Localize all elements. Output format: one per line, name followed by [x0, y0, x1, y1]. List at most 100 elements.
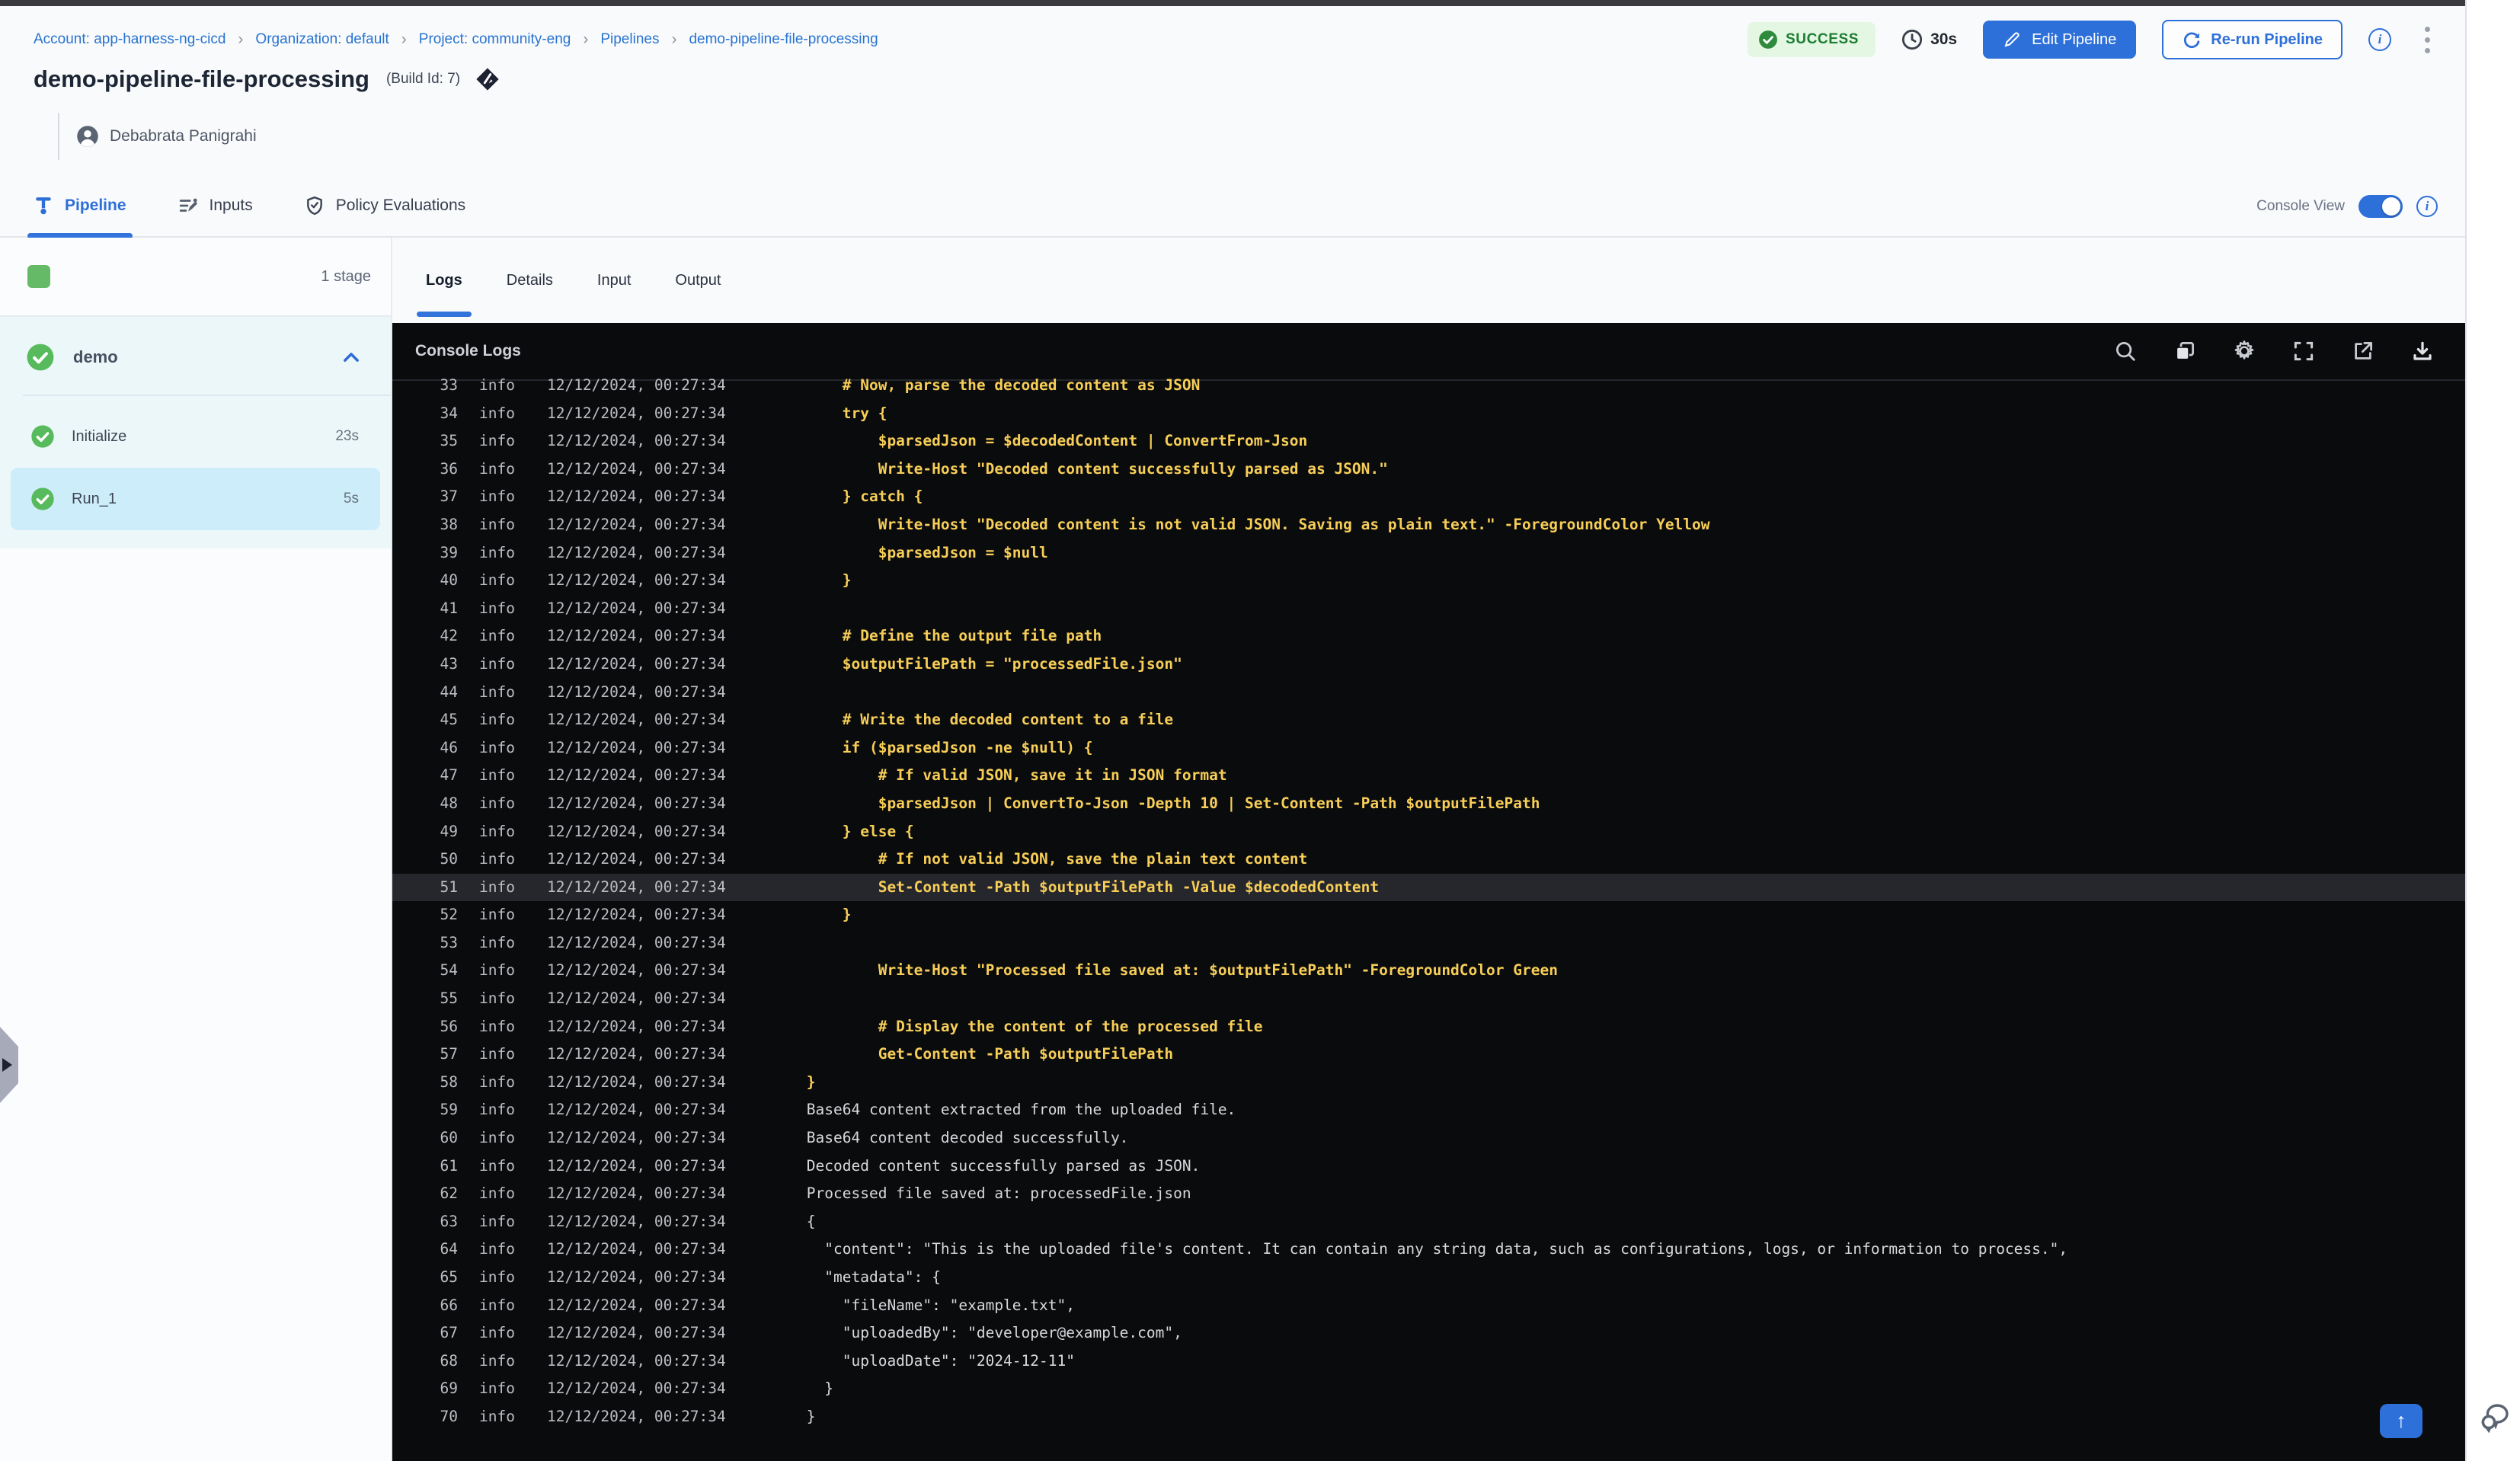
tab-policy-evaluations-label: Policy Evaluations [335, 197, 466, 214]
log-line-41: 41 info 12/12/2024, 00:27:34 [440, 599, 726, 617]
harness-logo-icon [476, 68, 499, 91]
log-line-68: 68 info 12/12/2024, 00:27:34 "uploadDate":… [440, 1351, 1075, 1370]
open-in-new-icon[interactable] [2351, 339, 2375, 363]
breadcrumb-link[interactable]: Account: app-harness-ng-cicd [34, 31, 225, 48]
log-line-33: 33 info 12/12/2024, 00:27:34 # Now, parse … [440, 376, 1201, 394]
stage-name: demo [73, 347, 118, 366]
rerun-info-icon[interactable]: i [2368, 28, 2391, 51]
top-bar: Account: app-harness-ng-cicd › Organizatio… [34, 18, 2438, 61]
breadcrumb-link[interactable]: Project: community-eng [419, 31, 571, 48]
breadcrumb-separator-icon: › [583, 30, 589, 48]
duration-text: 30s [1930, 30, 1958, 48]
download-icon[interactable] [2410, 339, 2435, 363]
scroll-to-top-button[interactable]: ↑ [2380, 1404, 2422, 1438]
log-line-37: 37 info 12/12/2024, 00:27:34 } catch { [440, 488, 923, 506]
author-name: Debabrata Panigrahi [110, 127, 257, 145]
pipeline-icon [36, 197, 51, 215]
expand-panel-handle[interactable] [0, 1027, 18, 1103]
log-line-45: 45 info 12/12/2024, 00:27:34 # Write the d… [440, 711, 1174, 729]
console-view-control: Console View i [2256, 175, 2438, 238]
more-options-menu[interactable] [2417, 22, 2438, 58]
help-chat-icon[interactable] [2477, 1399, 2514, 1435]
step-name: Initialize [72, 427, 127, 445]
pencil-icon [2004, 32, 2020, 47]
log-line-47: 47 info 12/12/2024, 00:27:34 # If valid JS… [440, 766, 1227, 785]
console-tab-input[interactable]: Input [597, 238, 631, 323]
log-line-58: 58 info 12/12/2024, 00:27:34} [440, 1073, 816, 1091]
log-line-54: 54 info 12/12/2024, 00:27:34 Write-Host "P… [440, 961, 1558, 980]
console-view-info-icon[interactable]: i [2416, 196, 2438, 217]
log-line-50: 50 info 12/12/2024, 00:27:34 # If not vali… [440, 850, 1308, 868]
shield-check-icon [306, 196, 322, 216]
breadcrumb-link[interactable]: demo-pipeline-file-processing [689, 31, 878, 48]
log-line-39: 39 info 12/12/2024, 00:27:34 $parsedJson =… [440, 543, 1048, 561]
breadcrumb-separator-icon: › [238, 30, 244, 48]
breadcrumb: Account: app-harness-ng-cicd › Organizatio… [34, 30, 878, 49]
tab-inputs[interactable]: Inputs [178, 174, 253, 237]
search-icon[interactable] [2113, 339, 2138, 363]
log-line-70: 70 info 12/12/2024, 00:27:34} [440, 1407, 816, 1425]
run-controls: SUCCESS 30s Edit Pipeline Re-run Pipelin… [1748, 20, 2438, 59]
log-line-42: 42 info 12/12/2024, 00:27:34 # Define the … [440, 627, 1102, 645]
log-line-61: 61 info 12/12/2024, 00:27:34 Decoded conten… [440, 1156, 1201, 1175]
copy-icon[interactable] [2173, 339, 2197, 363]
breadcrumb-link[interactable]: Pipelines [600, 31, 659, 48]
tab-pipeline[interactable]: Pipeline [27, 174, 133, 238]
edit-pipeline-button[interactable]: Edit Pipeline [1983, 21, 2137, 59]
log-line-43: 43 info 12/12/2024, 00:27:34 $outputFilePa… [440, 654, 1182, 673]
chevron-up-icon[interactable] [341, 347, 362, 368]
tab-policy-evaluations[interactable]: Policy Evaluations [305, 174, 465, 237]
console-tab-output[interactable]: Output [675, 238, 721, 323]
console-panel: Console Logs 33 info 12/12/2024, 00:27:3… [392, 323, 2465, 1461]
log-line-51: 51 info 12/12/2024, 00:27:34 Set-Content -… [392, 873, 2465, 902]
log-line-66: 66 info 12/12/2024, 00:27:34 "fileName": "… [440, 1296, 1075, 1314]
log-line-38: 38 info 12/12/2024, 00:27:34 Write-Host "D… [440, 515, 1710, 533]
step-list: Initialize 23s Run_1 5s [0, 405, 391, 530]
status-badge: SUCCESS [1748, 22, 1876, 57]
author-row: Debabrata Panigrahi [58, 113, 257, 160]
console-toolbar [2113, 339, 2435, 363]
stage-row-demo[interactable]: demo [0, 331, 391, 384]
console-tab-logs[interactable]: Logs [417, 238, 472, 323]
page-title: demo-pipeline-file-processing [34, 66, 369, 92]
rerun-pipeline-label: Re-run Pipeline [2211, 30, 2323, 48]
log-line-35: 35 info 12/12/2024, 00:27:34 $parsedJson =… [440, 432, 1308, 450]
breadcrumb-separator-icon: › [401, 30, 407, 48]
step-row-initialize[interactable]: Initialize 23s [11, 405, 380, 468]
user-avatar-icon [77, 126, 98, 147]
log-line-67: 67 info 12/12/2024, 00:27:34 "uploadedBy":… [440, 1324, 1182, 1342]
duration: 30s [1901, 29, 1957, 50]
step-duration: 23s [335, 428, 359, 444]
stage-count-label: 1 stage [321, 267, 371, 285]
settings-icon[interactable] [2232, 339, 2256, 363]
console-tab-details[interactable]: Details [507, 238, 553, 323]
log-line-62: 62 info 12/12/2024, 00:27:34 Processed file… [440, 1184, 1191, 1203]
console-view-toggle[interactable] [2359, 195, 2403, 218]
log-line-48: 48 info 12/12/2024, 00:27:34 $parsedJson |… [440, 794, 1540, 812]
console-title: Console Logs [415, 342, 521, 360]
right-rail [2465, 0, 2520, 1461]
window-top-strip [0, 0, 2465, 6]
harness-pipeline-execution-page: Account: app-harness-ng-cicd › Organizatio… [0, 6, 2465, 1461]
build-id: (Build Id: 7) [385, 71, 461, 87]
log-line-65: 65 info 12/12/2024, 00:27:34 "metadata": { [440, 1268, 941, 1286]
stage-minimap-square[interactable] [27, 265, 50, 288]
log-line-56: 56 info 12/12/2024, 00:27:34 # Display the… [440, 1017, 1263, 1035]
rerun-pipeline-button[interactable]: Re-run Pipeline [2162, 20, 2343, 59]
step-name: Run_1 [72, 490, 117, 507]
log-line-34: 34 info 12/12/2024, 00:27:34 try { [440, 404, 887, 422]
stages-sidebar: 1 stage demo Initialize 23s Run_1 5s [0, 238, 392, 1461]
step-row-run_1[interactable]: Run_1 5s [11, 468, 380, 530]
breadcrumb-link[interactable]: Organization: default [255, 31, 389, 48]
step-duration: 5s [343, 491, 359, 507]
inputs-icon [179, 198, 197, 212]
console-view-label: Console View [2256, 198, 2345, 214]
status-text: SUCCESS [1786, 31, 1860, 47]
log-line-55: 55 info 12/12/2024, 00:27:34 [440, 989, 726, 1008]
log-line-57: 57 info 12/12/2024, 00:27:34 Get-Content -… [440, 1045, 1174, 1063]
log-line-36: 36 info 12/12/2024, 00:27:34 Write-Host "D… [440, 459, 1388, 478]
stage-success-icon [27, 344, 54, 371]
main-tabs: Pipeline Inputs Policy Evaluations Conso… [0, 175, 2465, 238]
fullscreen-icon[interactable] [2291, 339, 2316, 363]
expand-arrow-icon [2, 1058, 12, 1072]
